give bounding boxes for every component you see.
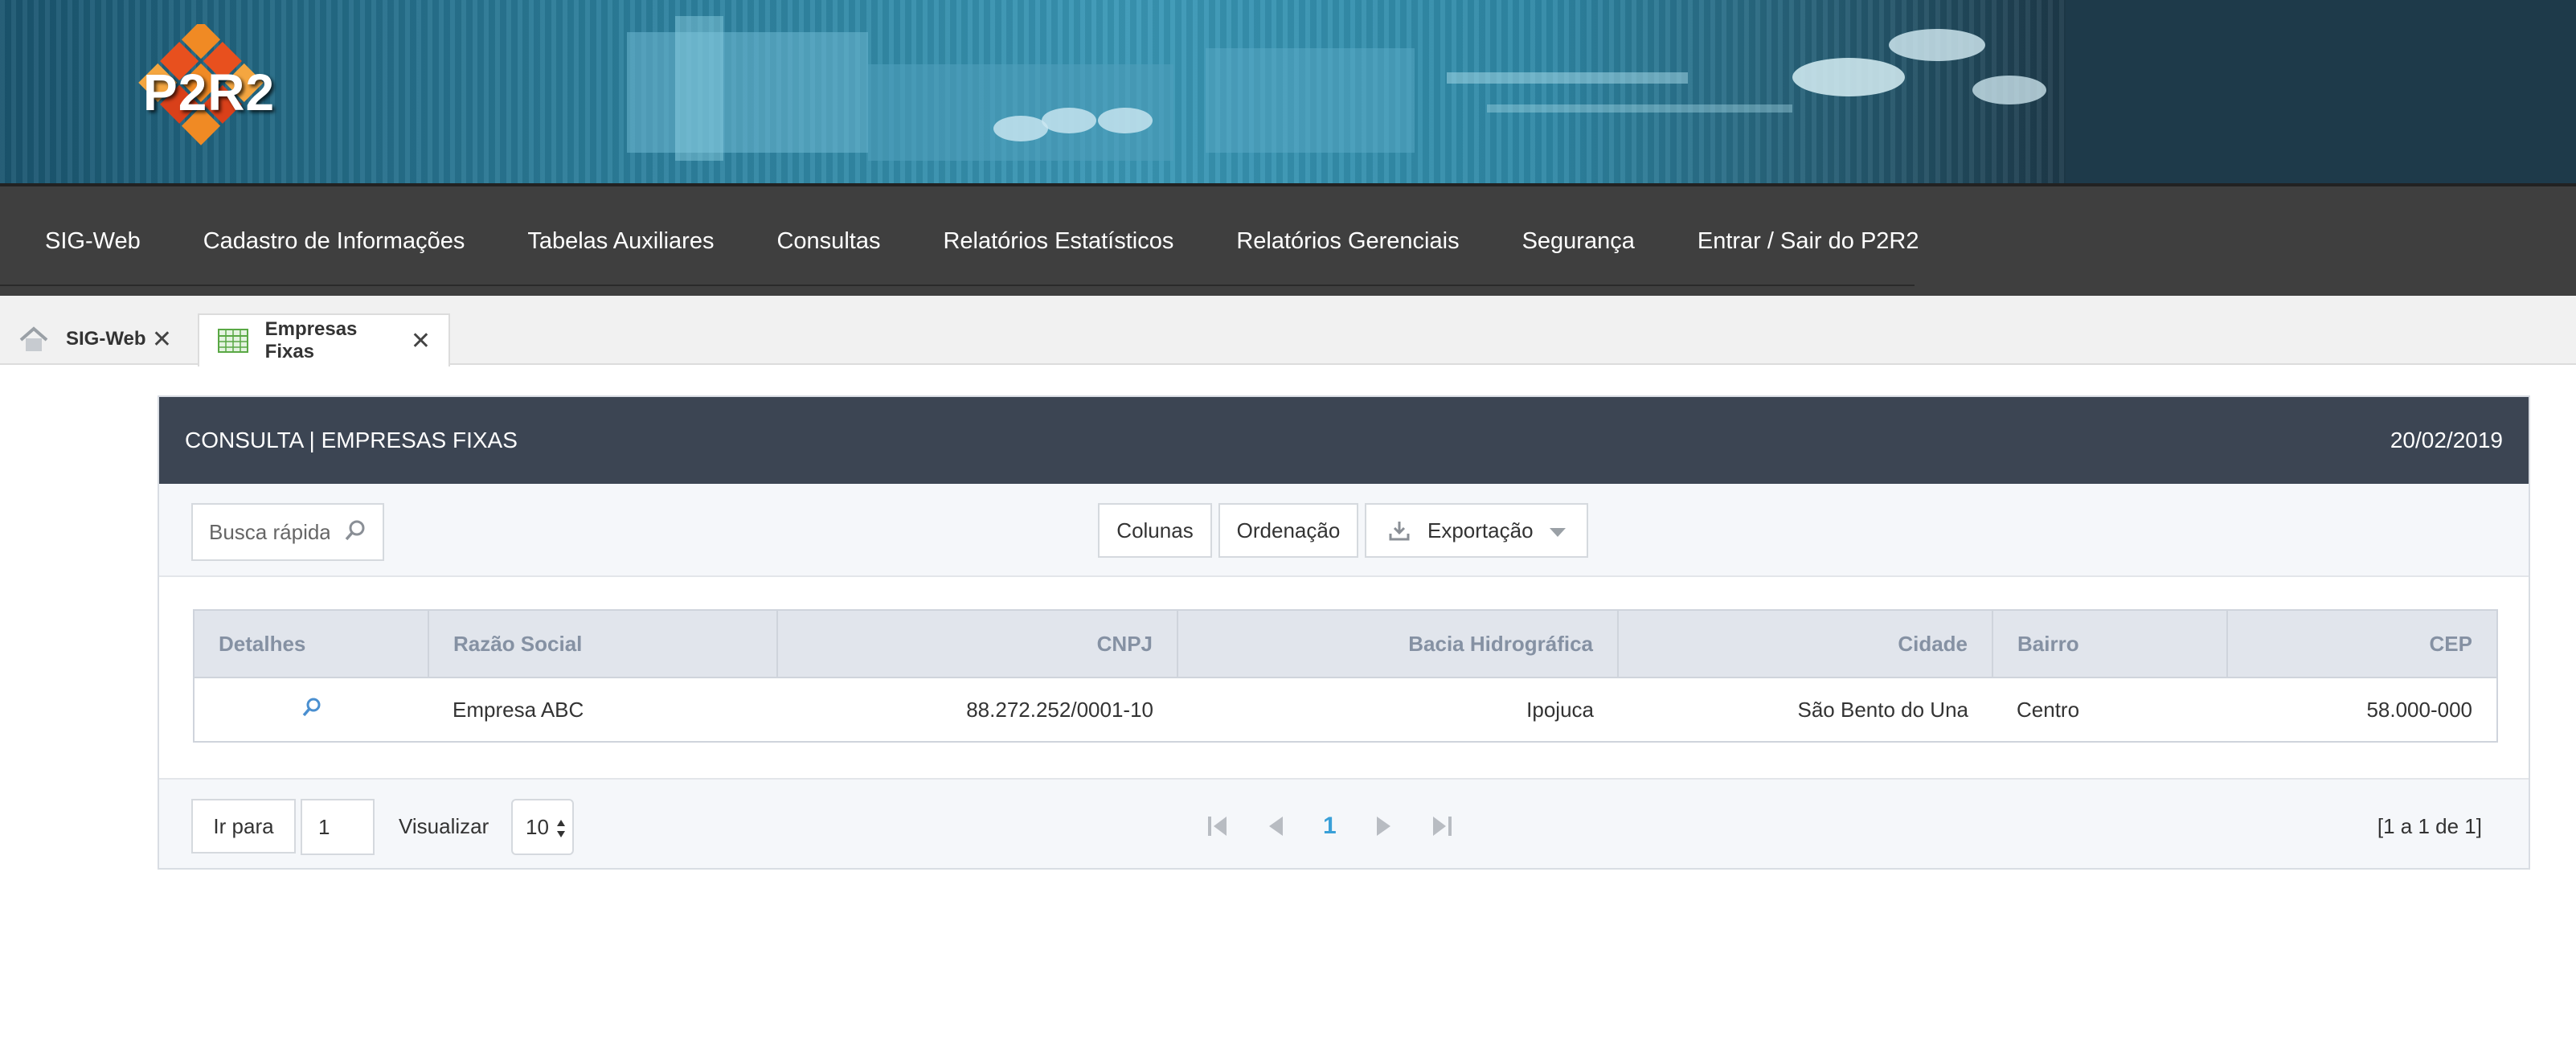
first-page-icon[interactable]: [1207, 815, 1228, 837]
goto-page-button[interactable]: Ir para: [191, 799, 296, 854]
next-page-icon[interactable]: [1375, 815, 1393, 837]
sort-button[interactable]: Ordenação: [1218, 503, 1358, 558]
column-header-bairro[interactable]: Bairro: [1992, 609, 2228, 678]
column-header-detalhes[interactable]: Detalhes: [193, 609, 429, 678]
columns-button[interactable]: Colunas: [1098, 503, 1212, 558]
cell-cnpj: 88.272.252/0001-10: [777, 677, 1177, 743]
cell-cidade: São Bento do Una: [1618, 677, 1992, 743]
select-arrows-icon: [556, 818, 566, 839]
tab-label: SIG-Web: [66, 328, 146, 350]
cell-bairro: Centro: [1992, 677, 2227, 743]
table-row: Empresa ABC 88.272.252/0001-10 Ipojuca S…: [193, 677, 2498, 743]
panel-toolbar: Colunas Ordenação Exportação: [159, 484, 2529, 577]
last-page-icon[interactable]: [1431, 815, 1452, 837]
close-icon[interactable]: ✕: [411, 327, 431, 355]
column-header-bacia[interactable]: Bacia Hidrográfica: [1177, 609, 1619, 678]
tab-sig-web[interactable]: SIG-Web ✕: [0, 313, 190, 365]
tab-label: Empresas Fixas: [264, 318, 358, 362]
magnifier-icon[interactable]: [301, 696, 323, 718]
caret-down-icon: [1550, 518, 1566, 543]
nav-item-tabelas-auxiliares[interactable]: Tabelas Auxiliares: [496, 228, 745, 255]
cell-razao-social: Empresa ABC: [428, 677, 777, 743]
column-header-cidade[interactable]: Cidade: [1617, 609, 1993, 678]
page-size-label: Visualizar: [399, 813, 489, 838]
search-icon[interactable]: [344, 519, 367, 546]
logo-text: P2R2: [143, 63, 276, 121]
download-icon: [1389, 520, 1410, 541]
table-icon: [217, 327, 249, 354]
pager: 1: [1207, 799, 1452, 854]
page-size-value: 10: [526, 814, 549, 839]
nav-item-seguranca[interactable]: Segurança: [1491, 228, 1666, 255]
nav-item-relatorios-estatisticos[interactable]: Relatórios Estatísticos: [911, 228, 1205, 255]
nav-item-relatorios-gerenciais[interactable]: Relatórios Gerenciais: [1205, 228, 1490, 255]
export-button[interactable]: Exportação: [1365, 503, 1588, 558]
export-label: Exportação: [1427, 518, 1534, 542]
current-page[interactable]: 1: [1323, 813, 1337, 840]
panel-header: CONSULTA | EMPRESAS FIXAS 20/02/2019: [159, 397, 2529, 484]
table-header-row: Detalhes Razão Social CNPJ Bacia Hidrogr…: [193, 609, 2498, 678]
column-header-razao-social[interactable]: Razão Social: [428, 609, 778, 678]
cell-bacia: Ipojuca: [1177, 677, 1618, 743]
record-range: [1 a 1 de 1]: [2377, 813, 2482, 838]
quick-search-input[interactable]: [209, 519, 330, 545]
tab-empresas-fixas[interactable]: Empresas Fixas ✕: [198, 313, 450, 366]
nav-item-consultas[interactable]: Consultas: [745, 228, 911, 255]
quick-search: [191, 503, 384, 561]
nav-item-cadastro[interactable]: Cadastro de Informações: [172, 228, 497, 255]
goto-page-input[interactable]: [301, 799, 375, 855]
nav-item-entrar-sair[interactable]: Entrar / Sair do P2R2: [1666, 228, 1951, 255]
main-menu: SIG-Web Cadastro de Informações Tabelas …: [0, 198, 1919, 286]
cell-cep: 58.000-000: [2227, 677, 2498, 743]
page-size-select[interactable]: 10: [511, 799, 574, 855]
query-panel: CONSULTA | EMPRESAS FIXAS 20/02/2019 Col…: [158, 395, 2530, 870]
column-header-cnpj[interactable]: CNPJ: [776, 609, 1178, 678]
column-header-cep[interactable]: CEP: [2226, 609, 2498, 678]
panel-title: CONSULTA | EMPRESAS FIXAS: [185, 428, 518, 452]
close-icon[interactable]: ✕: [152, 325, 172, 354]
home-icon: [18, 325, 50, 353]
pagination-footer: Ir para Visualizar 10 1: [159, 778, 2529, 868]
prev-page-icon[interactable]: [1267, 815, 1284, 837]
results-table: Detalhes Razão Social CNPJ Bacia Hidrogr…: [193, 609, 2498, 743]
results-table-wrapper: Detalhes Razão Social CNPJ Bacia Hidrogr…: [193, 609, 2498, 743]
panel-date: 20/02/2019: [2390, 428, 2503, 452]
industrial-plant-banner-image: [0, 0, 2066, 183]
details-cell: [193, 677, 428, 743]
tab-bar: SIG-Web ✕ Empresas Fixas ✕: [0, 296, 2576, 366]
nav-item-sig-web[interactable]: SIG-Web: [0, 228, 172, 255]
main-navbar: SIG-Web Cadastro de Informações Tabelas …: [0, 183, 2576, 296]
header-banner: P2R2: [0, 0, 2576, 183]
